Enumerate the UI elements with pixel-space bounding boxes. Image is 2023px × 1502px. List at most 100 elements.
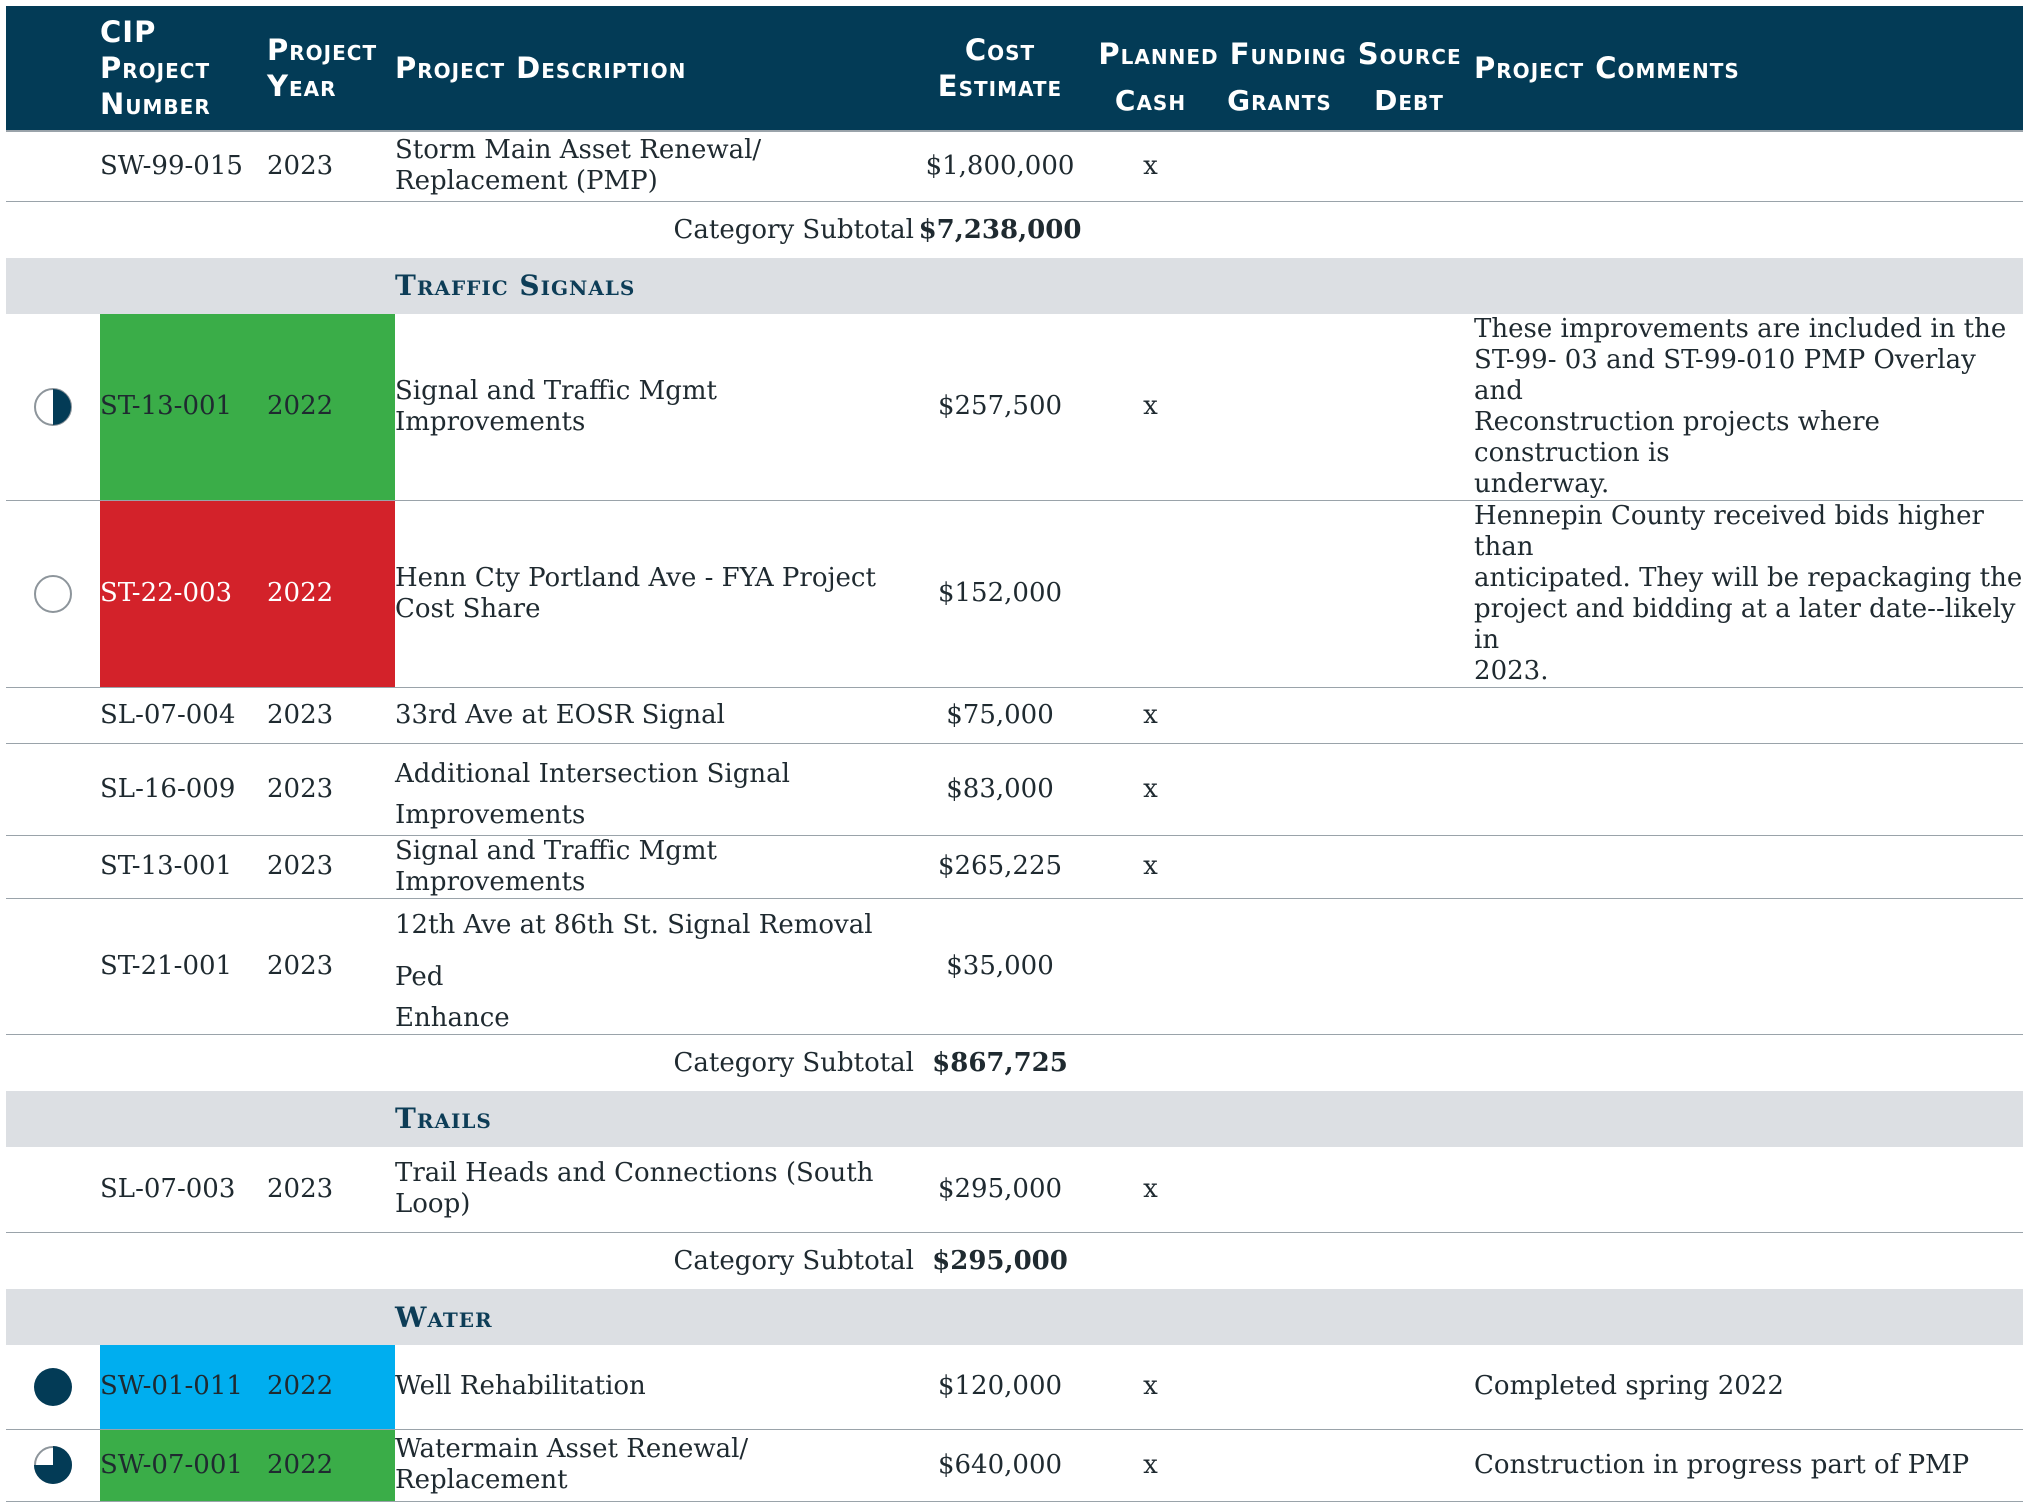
project-year: 2023 [267, 687, 395, 744]
category-title: Trails [395, 1090, 2023, 1147]
header-cash: Cash [1086, 72, 1215, 131]
project-description: Signal and Traffic Mgmt Improvements [395, 313, 914, 501]
project-number: SL-07-003 [100, 1146, 267, 1233]
debt-mark [1344, 835, 1475, 899]
comment-line: underway. [1474, 468, 1610, 499]
table-row: ST-13-001 2022 Signal and Traffic Mgmt I… [6, 313, 2023, 501]
cash-mark: x [1086, 1345, 1215, 1430]
subtotal-label: Category Subtotal [673, 1246, 914, 1276]
cash-mark: x [1086, 131, 1215, 202]
project-description: 33rd Ave at EOSR Signal [395, 687, 914, 744]
grants-mark [1215, 898, 1344, 1035]
status-cell [6, 313, 100, 501]
cash-mark: x [1086, 313, 1215, 501]
project-comment [1474, 687, 2023, 744]
header-cost-line-2: Estimate [937, 69, 1063, 103]
project-year: 2023 [267, 743, 395, 836]
project-comment [1474, 743, 2023, 836]
status-cell [6, 131, 100, 202]
category-row: Trails [6, 1090, 2023, 1147]
project-number: SW-07-001 [100, 1429, 267, 1502]
description-line: Replacement [395, 1465, 568, 1495]
subtotal-amount: $867,725 [932, 1047, 1068, 1078]
complete-status-icon [34, 1367, 72, 1406]
comment-line: project and bidding at a later date--lik… [1474, 593, 2016, 655]
table-row: SW-01-011 2022 Well Rehabilitation $120,… [6, 1345, 2023, 1430]
project-number: ST-13-001 [100, 313, 267, 501]
debt-mark [1344, 500, 1475, 688]
grants-mark [1215, 500, 1344, 688]
debt-mark [1344, 1345, 1475, 1430]
comment-line: Hennepin County received bids higher tha… [1474, 500, 1984, 562]
project-description: Watermain Asset Renewal/ Replacement [395, 1429, 914, 1502]
header-planned-funding-source: Planned Funding Source [1086, 6, 1475, 72]
table-row: SL-07-003 2023 Trail Heads and Connectio… [6, 1146, 2023, 1233]
cash-mark [1086, 898, 1215, 1035]
project-comment: Construction in progress part of PMP [1474, 1429, 2023, 1502]
category-subtotal-row: Category Subtotal $295,000 [6, 1233, 2023, 1290]
debt-mark [1344, 743, 1475, 836]
project-number: ST-22-003 [100, 500, 267, 688]
category-title: Traffic Signals [395, 257, 2023, 314]
category-title: Water [395, 1289, 2023, 1345]
grants-mark [1215, 1429, 1344, 1502]
project-year: 2022 [267, 1345, 395, 1430]
subtotal-label: Category Subtotal [673, 214, 914, 245]
project-comment: Hennepin County received bids higher tha… [1474, 500, 2023, 688]
comment-line: anticipated. They will be repackaging th… [1474, 562, 2023, 593]
project-description: 12th Ave at 86th St. Signal Removal Ped … [395, 898, 914, 1035]
cip-project-table: CIP Project Number Project Year Project … [6, 6, 2023, 1502]
comment-line: These improvements are included in the [1474, 313, 2007, 344]
subtotal-spacer [1086, 1233, 2023, 1290]
category-row: Water [6, 1289, 2023, 1345]
subtotal-spacer [1086, 1034, 2023, 1091]
header-year-line-2: Year [267, 69, 337, 103]
header-debt: Debt [1344, 72, 1475, 131]
project-comment: Completed spring 2022 [1474, 1345, 2023, 1430]
header-grants: Grants [1215, 72, 1344, 131]
category-spacer [6, 1289, 395, 1345]
project-year: 2023 [267, 835, 395, 899]
description-line: Improvements [395, 799, 586, 830]
description-line: Storm Main Asset Renewal/ [395, 135, 762, 166]
header-cip-line-2: Project [100, 51, 211, 85]
header-cip-line-1: CIP [100, 15, 157, 49]
half-complete-status-icon [34, 387, 72, 426]
grants-mark [1215, 131, 1344, 202]
cash-mark [1086, 500, 1215, 688]
project-number: SL-16-009 [100, 743, 267, 836]
cash-mark: x [1086, 1429, 1215, 1502]
category-subtotal-row: Category Subtotal $7,238,000 [6, 201, 2023, 258]
table-row: SW-07-001 2022 Watermain Asset Renewal/ … [6, 1429, 2023, 1502]
not-started-status-icon [34, 574, 72, 613]
cost-estimate: $640,000 [914, 1429, 1086, 1502]
project-year: 2023 [267, 898, 395, 1035]
project-year: 2023 [267, 131, 395, 202]
grants-mark [1215, 1345, 1344, 1430]
project-description: Additional Intersection Signal Improveme… [395, 743, 914, 836]
header-cip-line-3: Number [100, 87, 211, 121]
project-number: ST-21-001 [100, 898, 267, 1035]
table-header: CIP Project Number Project Year Project … [6, 6, 2023, 131]
description-line: 12th Ave at 86th St. Signal Removal Ped [395, 909, 873, 992]
cash-mark: x [1086, 1146, 1215, 1233]
description-line: Loop) [395, 1189, 471, 1220]
description-line: Trail Heads and Connections (South [395, 1158, 874, 1189]
status-cell [6, 835, 100, 899]
project-year: 2022 [267, 313, 395, 501]
project-description: Trail Heads and Connections (South Loop) [395, 1146, 914, 1233]
header-project-comments: Project Comments [1474, 6, 2023, 131]
comment-line: 2023. [1474, 655, 1549, 686]
cost-estimate: $83,000 [914, 743, 1086, 836]
grants-mark [1215, 687, 1344, 744]
status-cell [6, 1345, 100, 1430]
description-line: Enhance [395, 1002, 510, 1033]
status-cell [6, 500, 100, 688]
subtotal-amount: $295,000 [932, 1246, 1068, 1276]
description-line: Cost Share [395, 593, 541, 624]
debt-mark [1344, 1429, 1475, 1502]
table-row: ST-21-001 2023 12th Ave at 86th St. Sign… [6, 898, 2023, 1035]
header-cost-line-1: Cost [964, 33, 1036, 67]
project-comment [1474, 1146, 2023, 1233]
cost-estimate: $257,500 [914, 313, 1086, 501]
